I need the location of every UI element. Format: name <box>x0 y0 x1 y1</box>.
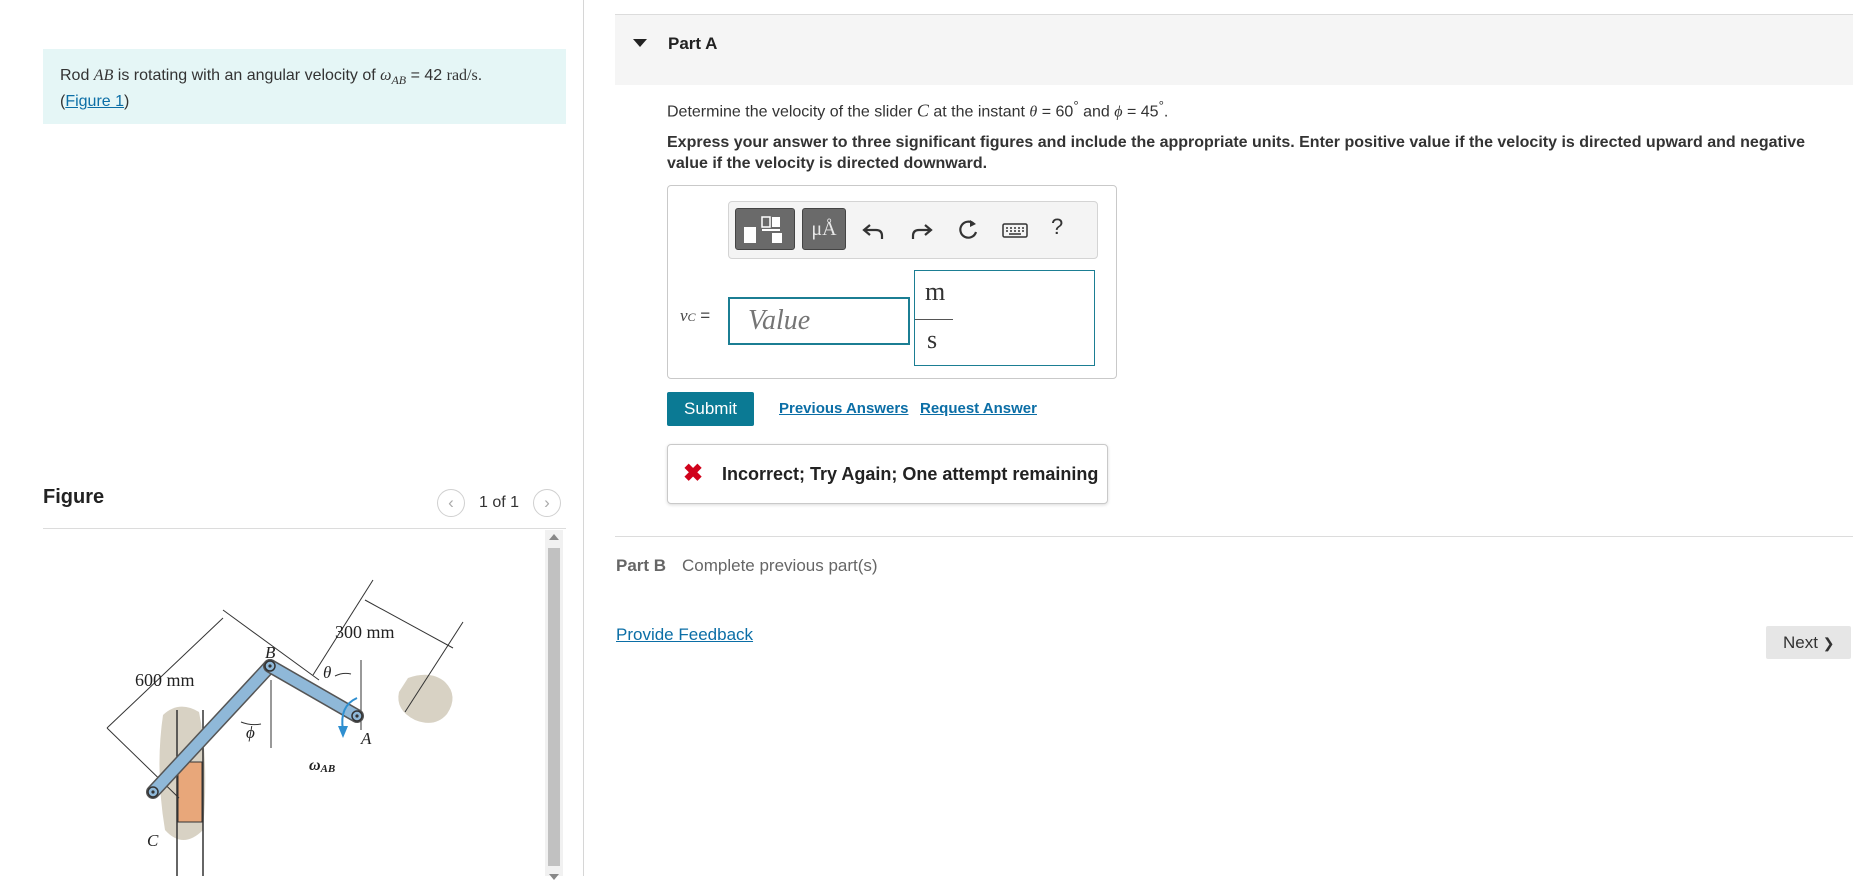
value-input[interactable] <box>728 297 910 345</box>
help-icon[interactable]: ? <box>1051 214 1079 242</box>
units-button[interactable]: μÅ <box>802 208 846 250</box>
math-toolbar: μÅ ? <box>728 201 1098 259</box>
variable-symbol: v <box>680 306 688 325</box>
templates-button[interactable] <box>735 208 795 250</box>
problem-text: Rod <box>60 67 94 84</box>
label-a: A <box>360 729 372 748</box>
answer-instructions: Express your answer to three significant… <box>667 134 1806 172</box>
collapse-caret-icon[interactable] <box>633 39 647 47</box>
equals-sign: = <box>695 306 711 325</box>
figure-divider <box>43 528 566 529</box>
pane-divider <box>583 0 584 876</box>
label-600mm: 600 mm <box>135 670 195 690</box>
pin-a-center <box>355 714 359 718</box>
previous-answers-link[interactable]: Previous Answers <box>779 400 909 417</box>
figure-counter: 1 of 1 <box>479 494 520 511</box>
figure-scrollbar[interactable] <box>545 530 563 880</box>
scroll-thumb[interactable] <box>548 548 560 866</box>
scroll-down-arrow-icon[interactable] <box>549 874 559 880</box>
part-b-rule <box>615 536 1853 537</box>
omega-symbol: ω <box>380 67 392 84</box>
previous-figure-button[interactable]: ‹ <box>437 489 465 517</box>
figure-1-link[interactable]: Figure 1 <box>65 93 124 110</box>
pin-c-center <box>151 790 155 794</box>
omega-value: = 42 <box>406 67 447 84</box>
answer-box: μÅ ? vC = m s <box>667 185 1117 379</box>
omega-subscript: AB <box>391 73 407 88</box>
next-button[interactable]: Next ❯ <box>1766 626 1851 659</box>
undo-icon[interactable] <box>860 216 888 244</box>
slider-symbol: C <box>916 100 929 121</box>
question-prefix: Determine the velocity of the slider <box>667 103 917 121</box>
pin-b-center <box>268 664 272 668</box>
support-a <box>398 674 453 723</box>
incorrect-x-icon: ✖ <box>683 460 704 487</box>
chevron-right-icon: › <box>544 493 550 512</box>
phi-value: = 45 <box>1122 103 1159 121</box>
request-answer-link[interactable]: Request Answer <box>920 400 1037 417</box>
rod-name: AB <box>93 67 114 84</box>
redo-icon[interactable] <box>907 216 935 244</box>
problem-statement: Rod AB is rotating with an angular veloc… <box>43 49 566 124</box>
label-300mm: 300 mm <box>335 622 395 642</box>
fraction-bar <box>915 319 953 320</box>
feedback-message: ✖ Incorrect; Try Again; One attempt rema… <box>667 444 1108 504</box>
units-input[interactable]: m s <box>914 270 1095 366</box>
part-a-title: Part A <box>668 34 718 53</box>
figure-image: 600 mm 300 mm B A C θ ϕ ωAB <box>43 530 543 876</box>
label-c: C <box>147 831 159 850</box>
part-b-title: Part B <box>616 556 667 575</box>
paren-close: ) <box>124 93 130 111</box>
theta-value: = 60 <box>1037 103 1074 121</box>
unit-denominator: s <box>927 325 938 354</box>
part-a-header[interactable]: Part A <box>615 15 1853 85</box>
label-theta: θ <box>323 663 331 682</box>
variable-label: vC = <box>680 306 710 326</box>
next-label: Next <box>1783 632 1818 652</box>
problem-period: . <box>477 67 483 84</box>
provide-feedback-link[interactable]: Provide Feedback <box>616 625 753 645</box>
part-b-status: Complete previous part(s) <box>682 556 878 575</box>
phi-symbol: ϕ <box>1114 103 1123 121</box>
reset-icon[interactable] <box>954 216 982 244</box>
unit-numerator: m <box>925 277 946 306</box>
templates-icon <box>744 216 782 243</box>
keyboard-icon[interactable] <box>1001 216 1029 244</box>
question-middle: at the instant <box>928 103 1030 121</box>
submit-button[interactable]: Submit <box>667 392 754 426</box>
omega-arrowhead <box>338 726 348 738</box>
and-text: and <box>1078 103 1115 121</box>
label-omega-sub: AB <box>320 763 336 775</box>
label-omega: ωAB <box>309 757 335 775</box>
variable-subscript: C <box>687 310 696 324</box>
label-omega-symbol: ω <box>309 757 321 774</box>
label-b: B <box>265 643 276 662</box>
question-text: Determine the velocity of the slider C a… <box>667 98 1168 121</box>
chevron-right-icon: ❯ <box>1822 634 1835 651</box>
question-end: . <box>1163 103 1169 121</box>
omega-unit: rad/s <box>446 67 478 84</box>
problem-text: is rotating with an angular velocity of <box>113 67 381 84</box>
next-figure-button[interactable]: › <box>533 489 561 517</box>
figure-title: Figure <box>43 486 105 508</box>
left-pane: Rod AB is rotating with an angular veloc… <box>0 0 583 880</box>
feedback-text: Incorrect; Try Again; One attempt remain… <box>722 464 1099 484</box>
mechanism-diagram: 600 mm 300 mm B A C θ ϕ ωAB <box>106 579 464 876</box>
chevron-left-icon: ‹ <box>448 493 454 512</box>
scroll-up-arrow-icon[interactable] <box>549 534 559 540</box>
units-icon: μÅ <box>811 218 837 240</box>
theta-arc <box>334 672 352 677</box>
label-phi: ϕ <box>246 723 255 742</box>
